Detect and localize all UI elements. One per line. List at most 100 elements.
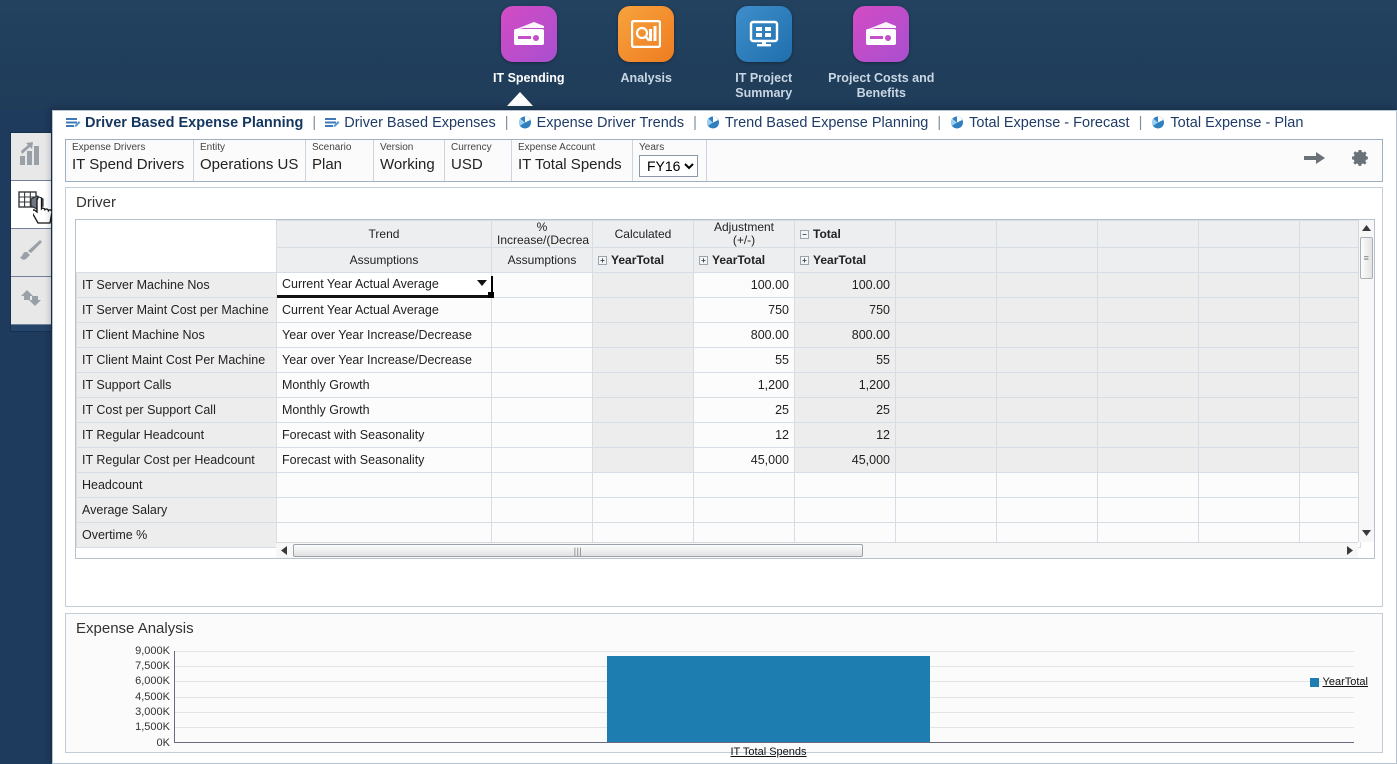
cell-empty-1[interactable] [896, 273, 997, 298]
cell-calculated[interactable] [593, 348, 694, 373]
cell-empty-1[interactable] [896, 323, 997, 348]
cell-empty-4[interactable] [1199, 498, 1300, 523]
cell-empty-3[interactable] [1098, 398, 1199, 423]
cell-pct[interactable] [492, 298, 593, 323]
refresh-tool-button[interactable] [11, 277, 51, 325]
cell-pct[interactable] [492, 423, 593, 448]
cell-pct[interactable] [492, 348, 593, 373]
cell-calculated[interactable] [593, 398, 694, 423]
cell-empty-2[interactable] [997, 473, 1098, 498]
cell-pct[interactable] [492, 473, 593, 498]
cell-empty-2[interactable] [997, 298, 1098, 323]
cell-empty-5[interactable] [1300, 273, 1361, 298]
cell-empty-5[interactable] [1300, 423, 1361, 448]
column-header-adjustment[interactable]: Adjustment (+/-) [694, 221, 795, 248]
cell-empty-2[interactable] [997, 448, 1098, 473]
table-row[interactable]: IT Client Maint Cost Per Machine Year ov… [77, 348, 1361, 373]
cell-total[interactable]: 12 [795, 423, 896, 448]
cell-trend[interactable]: Monthly Growth [277, 373, 492, 398]
nav-item-it-project-summary[interactable]: IT Project Summary [705, 6, 823, 106]
years-select[interactable]: FY16 [639, 155, 698, 177]
cell-empty-2[interactable] [997, 348, 1098, 373]
grid-vertical-scrollbar[interactable]: ≡ [1358, 220, 1374, 542]
cell-adjustment[interactable]: 750 [694, 298, 795, 323]
cell-empty-3[interactable] [1098, 348, 1199, 373]
cell-pct[interactable] [492, 498, 593, 523]
cell-empty-5[interactable] [1300, 348, 1361, 373]
pov-version[interactable]: Version Working [374, 140, 445, 181]
cell-empty-4[interactable] [1199, 298, 1300, 323]
cell-trend[interactable]: Current Year Actual Average [277, 298, 492, 323]
pov-currency[interactable]: Currency USD [445, 140, 512, 181]
cell-empty-4[interactable] [1199, 323, 1300, 348]
cell-empty-3[interactable] [1098, 498, 1199, 523]
cell-adjustment[interactable]: 100.00 [694, 273, 795, 298]
cell-total[interactable]: 55 [795, 348, 896, 373]
cell-calculated[interactable] [593, 373, 694, 398]
cell-total[interactable] [795, 473, 896, 498]
cell-adjustment[interactable]: 25 [694, 398, 795, 423]
grid-tool-button[interactable] [11, 181, 51, 229]
cell-calculated[interactable] [593, 498, 694, 523]
cell-pct[interactable] [492, 398, 593, 423]
cell-adjustment[interactable]: 55 [694, 348, 795, 373]
pov-years[interactable]: Years FY16 [633, 140, 707, 181]
cell-empty-3[interactable] [1098, 323, 1199, 348]
chart-tool-button[interactable] [11, 133, 51, 181]
subheader-total-yeartotal[interactable]: +YearTotal [795, 248, 896, 273]
vertical-scroll-thumb[interactable]: ≡ [1360, 237, 1373, 279]
cell-empty-1[interactable] [896, 448, 997, 473]
column-header-pct-increase-decrease[interactable]: % Increase/(Decrea [492, 221, 593, 248]
x-axis-label[interactable]: IT Total Spends [730, 746, 806, 758]
selection-anchor-handle[interactable] [488, 292, 494, 298]
table-row[interactable]: IT Support Calls Monthly Growth 1,200 1,… [77, 373, 1361, 398]
cell-empty-3[interactable] [1098, 473, 1199, 498]
column-header-total[interactable]: −Total [795, 221, 896, 248]
cell-empty-1[interactable] [896, 298, 997, 323]
table-row[interactable]: IT Client Machine Nos Year over Year Inc… [77, 323, 1361, 348]
cell-empty-5[interactable] [1300, 498, 1361, 523]
cell-calculated[interactable] [593, 448, 694, 473]
cell-trend[interactable]: Forecast with Seasonality [277, 423, 492, 448]
cell-empty-1[interactable] [896, 473, 997, 498]
cell-empty-1[interactable] [896, 498, 997, 523]
settings-button[interactable] [1337, 140, 1382, 181]
cell-empty-3[interactable] [1098, 423, 1199, 448]
cell-empty-2[interactable] [997, 323, 1098, 348]
go-button[interactable] [1292, 140, 1337, 181]
cell-empty-5[interactable] [1300, 473, 1361, 498]
subheader-trend-assumptions[interactable]: Assumptions [277, 248, 492, 273]
chevron-down-icon[interactable] [477, 280, 487, 286]
legend-label[interactable]: YearTotal [1323, 676, 1368, 688]
tab-total-expense-forecast[interactable]: Total Expense - Forecast [950, 115, 1129, 131]
cell-calculated[interactable] [593, 323, 694, 348]
table-row[interactable]: IT Regular Headcount Forecast with Seaso… [77, 423, 1361, 448]
subheader-calculated-yeartotal[interactable]: +YearTotal [593, 248, 694, 273]
cell-total[interactable]: 100.00 [795, 273, 896, 298]
cell-empty-1[interactable] [896, 423, 997, 448]
cell-empty-4[interactable] [1199, 348, 1300, 373]
cell-total[interactable]: 750 [795, 298, 896, 323]
table-row[interactable]: IT Cost per Support Call Monthly Growth … [77, 398, 1361, 423]
cell-trend[interactable]: Year over Year Increase/Decrease [277, 348, 492, 373]
cell-empty-2[interactable] [997, 273, 1098, 298]
cell-empty-5[interactable] [1300, 448, 1361, 473]
cell-adjustment[interactable]: 12 [694, 423, 795, 448]
cell-empty-4[interactable] [1199, 423, 1300, 448]
tab-driver-based-expense-planning[interactable]: Driver Based Expense Planning [66, 115, 303, 131]
cell-total[interactable]: 25 [795, 398, 896, 423]
collapse-toggle-icon[interactable]: − [800, 230, 809, 239]
table-row[interactable]: Average Salary [77, 498, 1361, 523]
cell-adjustment[interactable]: 45,000 [694, 448, 795, 473]
expand-toggle-icon[interactable]: + [598, 256, 607, 265]
tab-total-expense-plan[interactable]: Total Expense - Plan [1151, 115, 1303, 131]
nav-item-it-spending[interactable]: IT Spending [470, 6, 588, 106]
table-row[interactable]: IT Server Maint Cost per Machine Current… [77, 298, 1361, 323]
table-row[interactable]: Headcount [77, 473, 1361, 498]
cell-calculated[interactable] [593, 298, 694, 323]
format-tool-button[interactable] [11, 229, 51, 277]
cell-empty-4[interactable] [1199, 273, 1300, 298]
table-row[interactable]: IT Regular Cost per Headcount Forecast w… [77, 448, 1361, 473]
tab-expense-driver-trends[interactable]: Expense Driver Trends [518, 115, 684, 131]
subheader-pct-assumptions[interactable]: Assumptions [492, 248, 593, 273]
